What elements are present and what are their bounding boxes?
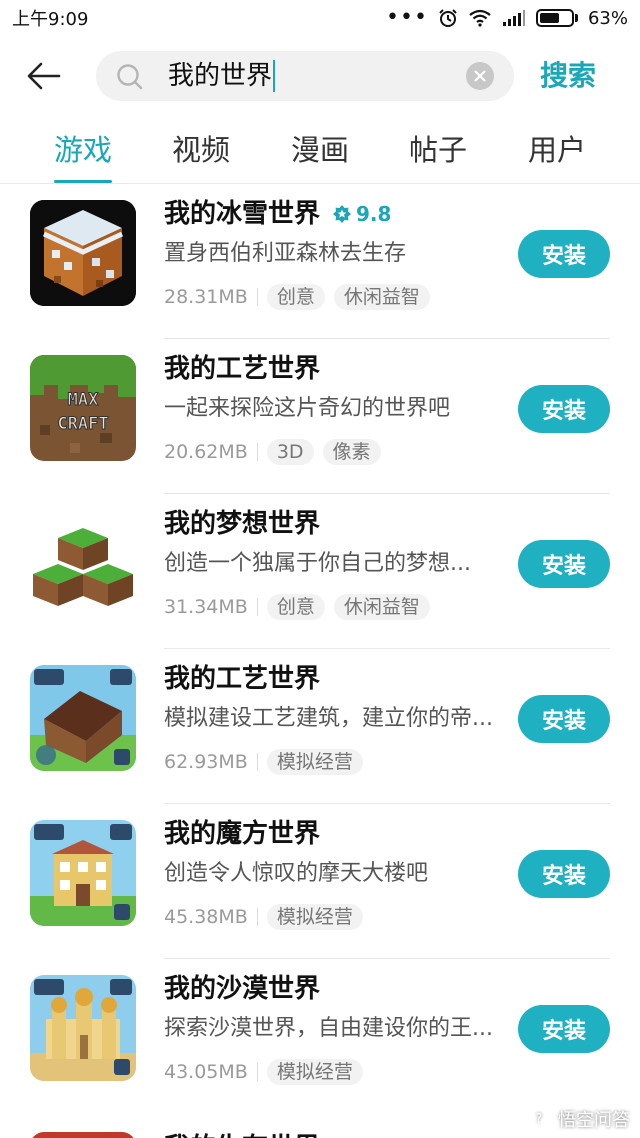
app-tag[interactable]: 模拟经营 (266, 749, 363, 775)
app-tag[interactable]: 休闲益智 (333, 284, 430, 310)
app-meta: 43.05MB 模拟经营 (164, 1059, 372, 1085)
app-tag[interactable]: 模拟经营 (266, 1059, 363, 1085)
divider (256, 908, 258, 926)
app-size: 20.62MB (164, 441, 248, 463)
search-button[interactable]: 搜索 (540, 56, 596, 96)
divider (256, 1063, 258, 1081)
app-tag[interactable]: 创意 (266, 594, 325, 620)
install-button[interactable]: 安装 (518, 850, 610, 898)
app-size: 43.05MB (164, 1061, 248, 1083)
app-icon-cube-world[interactable] (30, 820, 136, 926)
app-description: 置身西伯利亚森林去生存 (164, 241, 407, 266)
app-title: 我的生存世界 (164, 1130, 320, 1138)
app-description: 模拟建设工艺建筑，建立你的帝... (164, 706, 493, 731)
divider (256, 443, 258, 461)
signal-icon (502, 10, 525, 26)
clear-search-button[interactable] (466, 62, 494, 90)
status-time: 上午9:09 (12, 9, 89, 30)
battery-icon (535, 9, 578, 27)
app-name: 我的工艺世界 (164, 661, 320, 697)
more-dots-icon: ••• (386, 5, 428, 30)
app-name: 我的梦想世界 (164, 506, 320, 542)
app-description: 探索沙漠世界，自由建设你的王... (164, 1016, 493, 1041)
list-item[interactable]: 我的工艺世界 模拟建设工艺建筑，建立你的帝... 62.93MB 模拟经营 安装 (0, 649, 640, 804)
rating-value: 9.8 (356, 202, 392, 226)
app-size: 28.31MB (164, 286, 248, 308)
alarm-icon (439, 9, 457, 27)
battery-percent: 63% (587, 7, 628, 29)
app-title: 我的梦想世界 (164, 509, 321, 539)
app-name: 我的工艺世界 (164, 351, 320, 387)
app-name: 我的沙漠世界 (164, 971, 320, 1007)
svg-text:CRAFT: CRAFT (57, 414, 108, 434)
app-name: 我的冰雪世界 9.8 (164, 196, 391, 232)
install-button[interactable]: 安装 (518, 540, 610, 588)
app-title: 我的工艺世界 (164, 354, 321, 384)
install-button[interactable]: 安装 (518, 385, 610, 433)
app-tag[interactable]: 模拟经营 (266, 904, 363, 930)
install-button[interactable]: 安装 (518, 230, 610, 278)
list-item[interactable]: 我的沙漠世界 探索沙漠世界，自由建设你的王... 43.05MB 模拟经营 安装 (0, 959, 640, 1114)
search-header: 我的世界 搜索 (0, 48, 640, 104)
close-icon (474, 70, 486, 82)
tab-posts[interactable]: 帖子 (393, 128, 483, 172)
app-size: 45.38MB (164, 906, 248, 928)
app-meta: 28.31MB 创意 休闲益智 (164, 284, 439, 310)
star-badge-icon (333, 205, 352, 223)
search-icon (117, 64, 143, 90)
divider (256, 288, 258, 306)
app-icon-dream-world[interactable] (30, 510, 136, 616)
app-tag[interactable]: 休闲益智 (333, 594, 430, 620)
tab-users[interactable]: 用户 (512, 128, 602, 172)
app-meta: 62.93MB 模拟经营 (164, 749, 372, 775)
list-item[interactable]: 我的冰雪世界 9.8 置身西伯利亚森林去生存 28.31MB 创意 休闲益智 安… (0, 184, 640, 339)
app-meta: 31.34MB 创意 休闲益智 (164, 594, 439, 620)
app-description: 创造一个独属于你自己的梦想... (164, 551, 471, 576)
app-icon-craft-world-house[interactable] (30, 665, 136, 771)
app-title: 我的工艺世界 (164, 664, 321, 694)
app-tag[interactable]: 3D (266, 439, 314, 465)
app-title: 我的沙漠世界 (164, 974, 321, 1004)
list-item[interactable]: MAX CRAFT 我的工艺世界 一起来探险这片奇幻的世界吧 20.62MB 3… (0, 339, 640, 494)
search-query: 我的世界 (168, 61, 273, 91)
wifi-icon (469, 9, 491, 27)
category-tabs: 游戏 视频 漫画 帖子 用户 (0, 128, 640, 184)
watermark-text: 悟空问答 (558, 1110, 630, 1131)
app-description: 创造令人惊叹的摩天大楼吧 (164, 861, 429, 886)
app-name: 我的魔方世界 (164, 816, 320, 852)
back-arrow-icon (27, 62, 61, 90)
app-icon-ice-world[interactable] (30, 200, 136, 306)
install-button[interactable]: 安装 (518, 695, 610, 743)
text-caret (273, 60, 276, 92)
app-size: 62.93MB (164, 751, 248, 773)
watermark-logo-icon: ? (526, 1106, 552, 1132)
app-tag[interactable]: 创意 (266, 284, 325, 310)
app-meta: 20.62MB 3D 像素 (164, 439, 390, 465)
back-button[interactable] (24, 58, 64, 94)
app-title: 我的魔方世界 (164, 819, 321, 849)
status-icons: ••• 63% (386, 5, 628, 30)
search-query-text[interactable]: 我的世界 (168, 60, 276, 92)
list-item[interactable]: 我的梦想世界 创造一个独属于你自己的梦想... 31.34MB 创意 休闲益智 … (0, 494, 640, 649)
divider (256, 598, 258, 616)
app-icon-desert-world[interactable] (30, 975, 136, 1081)
tab-games[interactable]: 游戏 (38, 128, 128, 172)
status-bar: 上午9:09 ••• 63% (0, 0, 640, 36)
app-title: 我的冰雪世界 (164, 199, 321, 229)
watermark: ? 悟空问答 (526, 1106, 630, 1132)
app-size: 31.34MB (164, 596, 248, 618)
app-tag[interactable]: 像素 (322, 439, 381, 465)
app-icon-partial[interactable] (30, 1132, 136, 1138)
app-description: 一起来探险这片奇幻的世界吧 (164, 396, 451, 421)
svg-text:MAX: MAX (68, 390, 99, 410)
tab-comics[interactable]: 漫画 (275, 128, 365, 172)
app-meta: 45.38MB 模拟经营 (164, 904, 372, 930)
rating-badge: 9.8 (332, 196, 391, 232)
list-item[interactable]: 我的魔方世界 创造令人惊叹的摩天大楼吧 45.38MB 模拟经营 安装 (0, 804, 640, 959)
tab-videos[interactable]: 视频 (156, 128, 246, 172)
divider (256, 753, 258, 771)
search-input[interactable]: 我的世界 (96, 51, 514, 101)
install-button[interactable]: 安装 (518, 1005, 610, 1053)
app-icon-maxcraft[interactable]: MAX CRAFT (30, 355, 136, 461)
